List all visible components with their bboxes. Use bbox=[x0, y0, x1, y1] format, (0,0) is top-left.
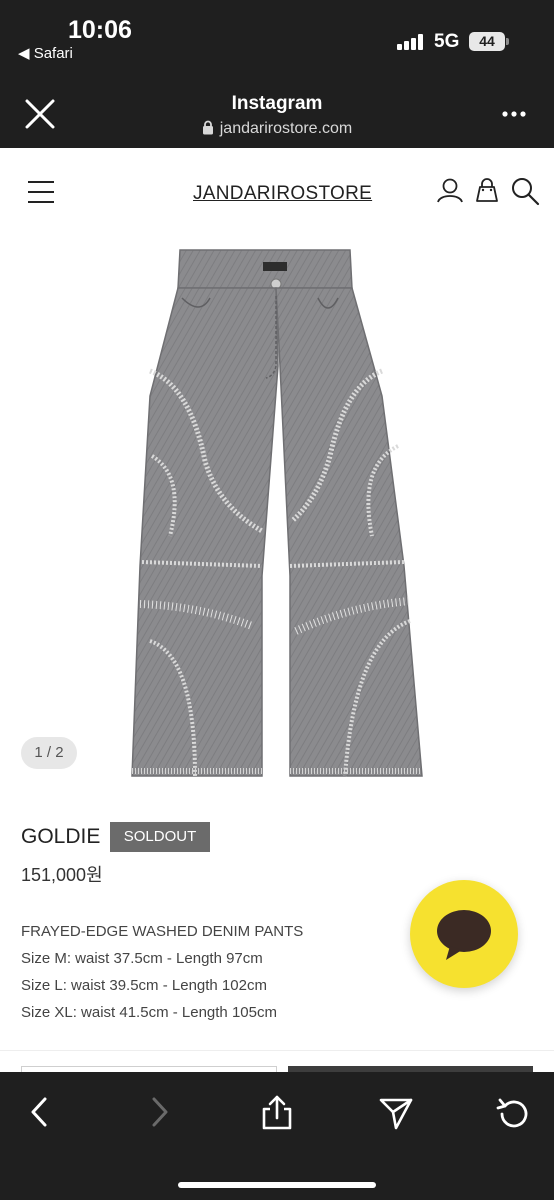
hamburger-line bbox=[28, 191, 54, 193]
more-icon bbox=[502, 111, 526, 117]
share-button[interactable] bbox=[257, 1092, 297, 1132]
menu-button[interactable] bbox=[28, 181, 54, 203]
chat-button[interactable] bbox=[410, 880, 518, 988]
forward-button[interactable] bbox=[139, 1092, 179, 1132]
send-icon bbox=[379, 1098, 413, 1130]
size-m-info: Size M: waist 37.5cm - Length 97cm bbox=[21, 950, 263, 967]
cart-button[interactable] bbox=[472, 176, 502, 206]
lock-icon bbox=[202, 120, 213, 135]
back-button[interactable] bbox=[20, 1092, 60, 1132]
product-price: 151,000원 bbox=[21, 865, 103, 885]
network-type: 5G bbox=[434, 31, 460, 52]
in-app-browser-header: Instagram jandarirostore.com bbox=[0, 80, 554, 148]
account-button[interactable] bbox=[435, 176, 465, 206]
store-logo-link[interactable]: JANDARIROSTORE bbox=[193, 183, 372, 205]
battery-icon: 44 bbox=[469, 32, 505, 51]
denim-pants-image bbox=[131, 249, 423, 777]
user-icon bbox=[437, 178, 463, 203]
brand-label bbox=[263, 262, 287, 271]
hamburger-icon bbox=[28, 181, 54, 183]
back-to-app-link[interactable]: ◀ Safari bbox=[18, 44, 73, 62]
status-bar: 10:06 ◀ Safari 5G 44 bbox=[0, 0, 554, 80]
url-text: jandarirostore.com bbox=[219, 120, 353, 137]
chevron-right-icon bbox=[152, 1097, 168, 1127]
size-l-info: Size L: waist 39.5cm - Length 102cm bbox=[21, 977, 267, 994]
reload-button[interactable] bbox=[494, 1092, 534, 1132]
battery-tip bbox=[506, 38, 509, 45]
soldout-badge: SOLDOUT bbox=[110, 822, 210, 852]
share-icon bbox=[262, 1095, 292, 1130]
product-description-title: FRAYED-EDGE WASHED DENIM PANTS bbox=[21, 923, 304, 940]
site-navigation: JANDARIROSTORE bbox=[0, 148, 554, 236]
shopping-bag-icon bbox=[476, 178, 498, 202]
send-button[interactable] bbox=[376, 1092, 416, 1132]
product-image[interactable] bbox=[0, 236, 554, 796]
browser-toolbar bbox=[0, 1072, 554, 1200]
size-xl-info: Size XL: waist 41.5cm - Length 105cm bbox=[21, 1004, 277, 1021]
search-icon bbox=[512, 178, 540, 206]
chevron-left-icon bbox=[31, 1097, 47, 1127]
purchase-button-row bbox=[0, 1050, 554, 1078]
reload-icon bbox=[496, 1098, 528, 1128]
product-name: GOLDIE bbox=[21, 825, 101, 848]
home-indicator[interactable] bbox=[178, 1182, 376, 1188]
search-button[interactable] bbox=[510, 176, 540, 206]
hamburger-line bbox=[28, 201, 54, 203]
browser-url: jandarirostore.com bbox=[0, 120, 554, 138]
image-pager: 1 / 2 bbox=[21, 737, 77, 769]
status-time: 10:06 bbox=[68, 16, 132, 44]
browser-title: Instagram bbox=[231, 93, 323, 114]
chat-bubble-icon bbox=[437, 910, 491, 960]
more-options-button[interactable] bbox=[500, 102, 528, 126]
cellular-signal-icon bbox=[397, 34, 425, 50]
